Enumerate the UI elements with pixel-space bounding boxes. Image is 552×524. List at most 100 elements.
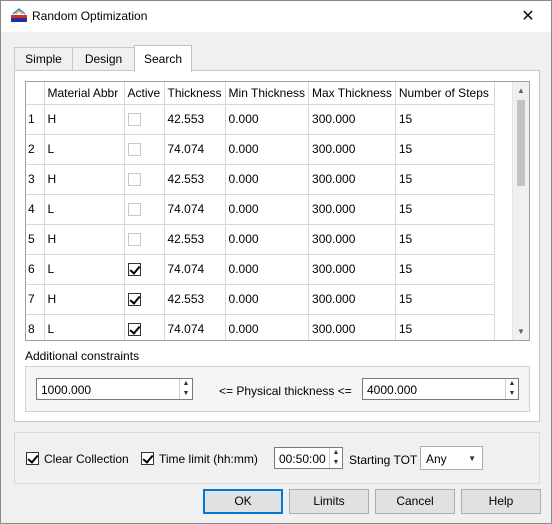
material-cell[interactable]: H <box>44 104 125 135</box>
time-limit-value[interactable]: 00:50:00 <box>279 452 326 466</box>
thickness-cell[interactable]: 74.074 <box>164 254 226 285</box>
time-limit-check[interactable] <box>141 452 154 465</box>
thickness-cell[interactable]: 42.553 <box>164 164 226 195</box>
material-cell[interactable]: L <box>44 254 125 285</box>
active-checkbox[interactable] <box>127 173 141 187</box>
table-row[interactable]: 1 H 42.553 0.000 300.000 15 <box>26 104 495 135</box>
thickness-cell[interactable]: 42.553 <box>164 284 226 315</box>
steps-cell[interactable]: 15 <box>395 224 495 255</box>
table-row[interactable]: 6 L 74.074 0.000 300.000 15 <box>26 254 495 285</box>
column-header-min-thickness[interactable]: Min Thickness <box>225 82 310 105</box>
grid-scrollbar[interactable]: ▲ ▼ <box>512 82 529 340</box>
thickness-cell[interactable]: 42.553 <box>164 224 226 255</box>
active-checkbox[interactable] <box>127 233 141 247</box>
material-cell[interactable]: H <box>44 164 125 195</box>
scrollbar-thumb[interactable] <box>517 100 525 186</box>
max-thickness-cell[interactable]: 300.000 <box>308 104 396 135</box>
time-limit-spinbox[interactable]: 00:50:00 ▲ ▼ <box>274 447 343 469</box>
max-thickness-cell[interactable]: 300.000 <box>308 254 396 285</box>
spin-down-icon[interactable]: ▼ <box>330 458 342 468</box>
active-checkbox[interactable] <box>127 263 141 277</box>
limits-button[interactable]: Limits <box>289 489 369 514</box>
steps-cell[interactable]: 15 <box>395 134 495 165</box>
active-checkbox[interactable] <box>127 203 141 217</box>
table-row[interactable]: 5 H 42.553 0.000 300.000 15 <box>26 224 495 255</box>
steps-cell[interactable]: 15 <box>395 254 495 285</box>
tab-search[interactable]: Search <box>134 45 192 72</box>
active-cell[interactable] <box>124 314 165 340</box>
max-thickness-cell[interactable]: 300.000 <box>308 194 396 225</box>
scroll-down-icon[interactable]: ▼ <box>513 323 529 340</box>
material-cell[interactable]: L <box>44 134 125 165</box>
table-row[interactable]: 2 L 74.074 0.000 300.000 15 <box>26 134 495 165</box>
min-thickness-cell[interactable]: 0.000 <box>225 224 310 255</box>
steps-cell[interactable]: 15 <box>395 194 495 225</box>
material-cell[interactable]: H <box>44 224 125 255</box>
active-cell[interactable] <box>124 194 165 225</box>
table-row[interactable]: 4 L 74.074 0.000 300.000 15 <box>26 194 495 225</box>
min-thickness-cell[interactable]: 0.000 <box>225 194 310 225</box>
min-thickness-cell[interactable]: 0.000 <box>225 254 310 285</box>
cancel-button[interactable]: Cancel <box>375 489 455 514</box>
max-thickness-cell[interactable]: 300.000 <box>308 134 396 165</box>
min-thickness-cell[interactable]: 0.000 <box>225 314 310 340</box>
starting-tot-value[interactable]: Any <box>426 452 447 466</box>
column-header-max-thickness[interactable]: Max Thickness <box>308 82 396 105</box>
active-cell[interactable] <box>124 164 165 195</box>
max-thickness-spinbox[interactable]: 4000.000 ▲ ▼ <box>362 378 519 400</box>
min-thickness-cell[interactable]: 0.000 <box>225 134 310 165</box>
max-thickness-cell[interactable]: 300.000 <box>308 284 396 315</box>
active-cell[interactable] <box>124 104 165 135</box>
spin-up-icon[interactable]: ▲ <box>180 379 192 389</box>
column-header-steps[interactable]: Number of Steps <box>395 82 495 105</box>
spin-down-icon[interactable]: ▼ <box>180 389 192 399</box>
material-cell[interactable]: L <box>44 194 125 225</box>
thickness-cell[interactable]: 74.074 <box>164 314 226 340</box>
time-limit-checkbox[interactable]: Time limit (hh:mm) <box>141 452 258 466</box>
active-checkbox[interactable] <box>127 293 141 307</box>
table-row[interactable]: 8 L 74.074 0.000 300.000 15 <box>26 314 495 340</box>
material-cell[interactable]: L <box>44 314 125 340</box>
close-icon[interactable]: ✕ <box>505 1 551 32</box>
steps-cell[interactable]: 15 <box>395 104 495 135</box>
active-checkbox[interactable] <box>127 113 141 127</box>
min-thickness-cell[interactable]: 0.000 <box>225 164 310 195</box>
thickness-cell[interactable]: 74.074 <box>164 134 226 165</box>
min-thickness-cell[interactable]: 0.000 <box>225 104 310 135</box>
max-thickness-value[interactable]: 4000.000 <box>367 383 417 397</box>
clear-collection-checkbox[interactable]: Clear Collection <box>26 452 129 466</box>
spin-down-icon[interactable]: ▼ <box>506 389 518 399</box>
thickness-cell[interactable]: 74.074 <box>164 194 226 225</box>
column-header-material[interactable]: Material Abbr <box>44 82 125 105</box>
help-button[interactable]: Help <box>461 489 541 514</box>
active-cell[interactable] <box>124 134 165 165</box>
starting-tot-select[interactable]: Any ▼ <box>420 446 483 470</box>
active-cell[interactable] <box>124 254 165 285</box>
table-row[interactable]: 7 H 42.553 0.000 300.000 15 <box>26 284 495 315</box>
steps-cell[interactable]: 15 <box>395 314 495 340</box>
clear-collection-check[interactable] <box>26 452 39 465</box>
max-thickness-cell[interactable]: 300.000 <box>308 224 396 255</box>
table-row[interactable]: 3 H 42.553 0.000 300.000 15 <box>26 164 495 195</box>
spin-up-icon[interactable]: ▲ <box>330 448 342 458</box>
thickness-cell[interactable]: 42.553 <box>164 104 226 135</box>
chevron-down-icon[interactable]: ▼ <box>468 454 476 463</box>
max-thickness-cell[interactable]: 300.000 <box>308 164 396 195</box>
steps-cell[interactable]: 15 <box>395 284 495 315</box>
tab-design[interactable]: Design <box>72 47 135 70</box>
active-cell[interactable] <box>124 284 165 315</box>
active-cell[interactable] <box>124 224 165 255</box>
scroll-up-icon[interactable]: ▲ <box>513 82 529 99</box>
column-header-active[interactable]: Active <box>124 82 165 105</box>
max-thickness-cell[interactable]: 300.000 <box>308 314 396 340</box>
tab-simple[interactable]: Simple <box>14 47 73 70</box>
material-cell[interactable]: H <box>44 284 125 315</box>
active-checkbox[interactable] <box>127 143 141 157</box>
min-thickness-value[interactable]: 1000.000 <box>41 383 91 397</box>
steps-cell[interactable]: 15 <box>395 164 495 195</box>
active-checkbox[interactable] <box>127 323 141 337</box>
spin-up-icon[interactable]: ▲ <box>506 379 518 389</box>
min-thickness-cell[interactable]: 0.000 <box>225 284 310 315</box>
min-thickness-spinbox[interactable]: 1000.000 ▲ ▼ <box>36 378 193 400</box>
column-header-thickness[interactable]: Thickness <box>164 82 226 105</box>
